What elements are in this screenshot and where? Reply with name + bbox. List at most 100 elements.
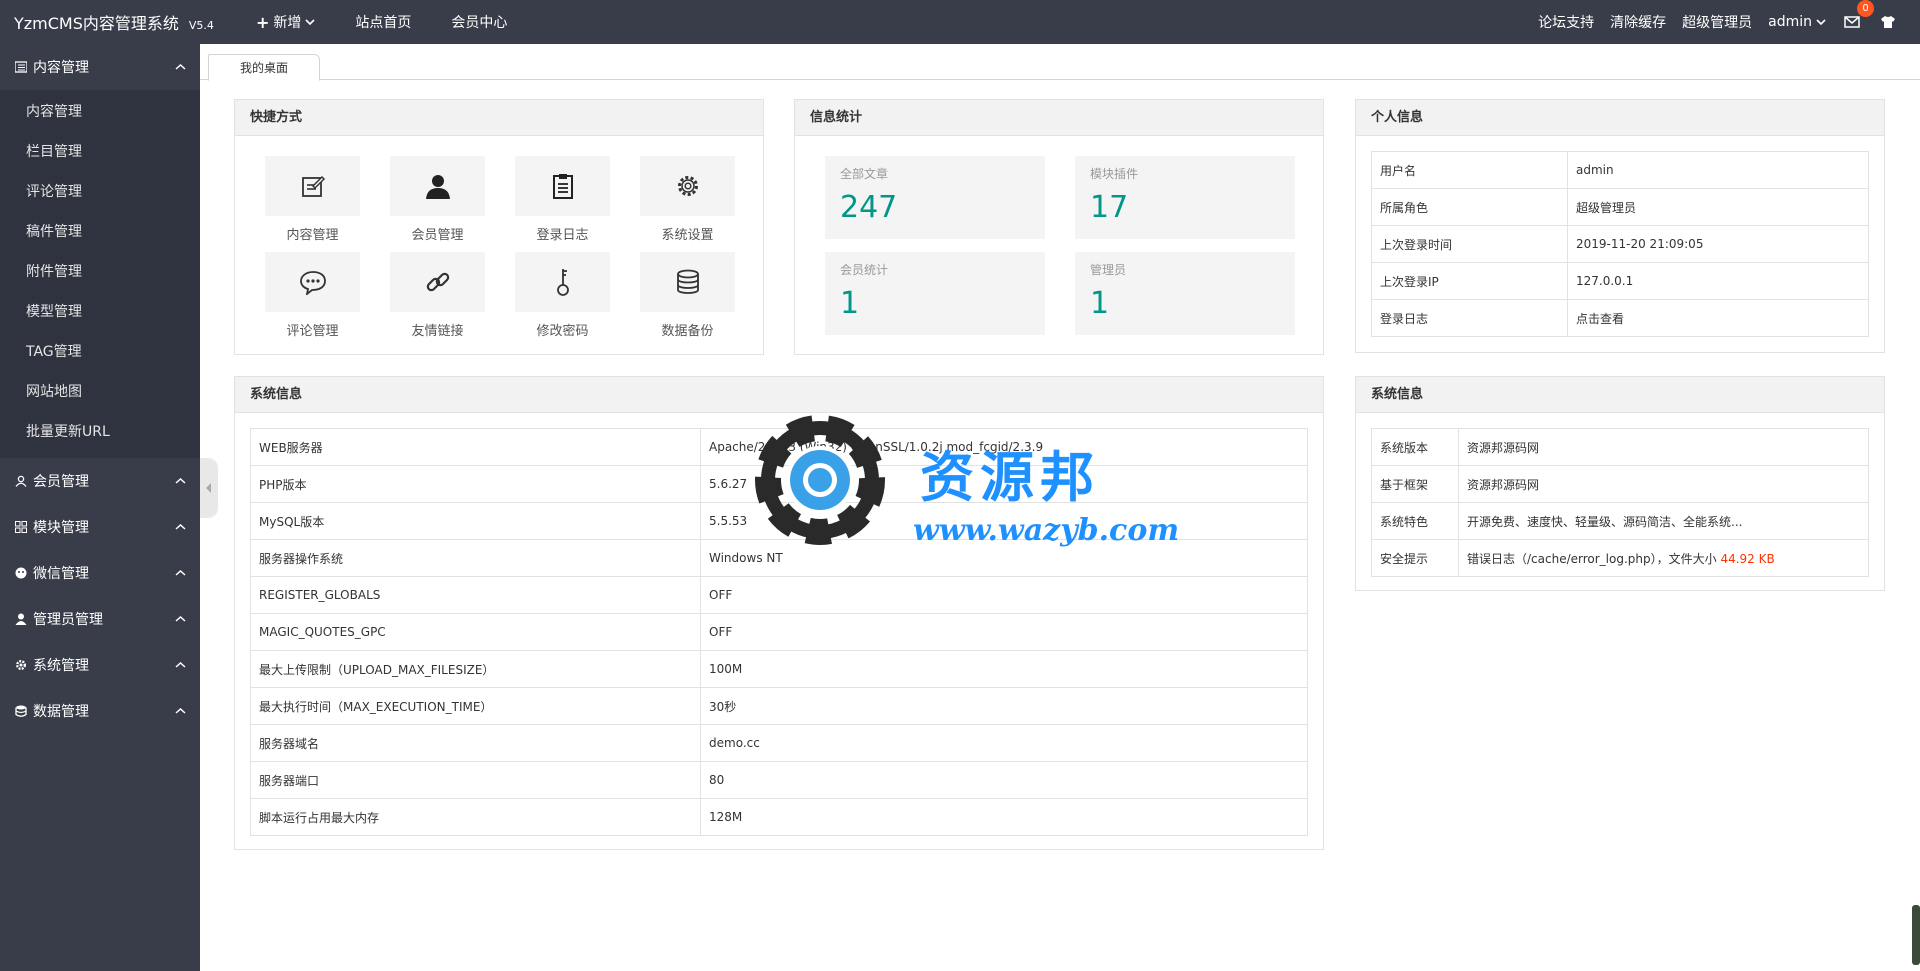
chevron-up-icon: [175, 523, 186, 530]
stat-value: 1: [1090, 286, 1110, 321]
shortcut-members[interactable]: 会员管理: [390, 156, 485, 252]
row-key: 用户名: [1371, 151, 1568, 189]
sidebar-collapse-button[interactable]: [200, 458, 218, 518]
system-info-panel: 系统信息 WEB服务器 Apache/2.4.23 (Win32) OpenSSL…: [234, 376, 1324, 850]
table-row: 安全提示 错误日志（/cache/error_log.php），文件大小 44.9…: [1371, 539, 1869, 577]
row-value: 128M: [700, 798, 1308, 836]
row-value: OFF: [700, 576, 1308, 614]
table-row: 用户名 admin: [1371, 151, 1869, 189]
table-row: 系统版本 资源邦源码网: [1371, 428, 1869, 466]
sidebar-group-label: 内容管理: [33, 60, 89, 76]
row-key: 上次登录IP: [1371, 262, 1568, 300]
shortcut-grid: 内容管理 会员管理 登录日志 系统设置 评论管理 友情链接 修改密码 数据备份: [235, 136, 763, 348]
panel-title: 系统信息: [1356, 377, 1884, 413]
sidebar-item-models[interactable]: 模型管理: [0, 292, 200, 332]
table-row: 基于框架 资源邦源码网: [1371, 465, 1869, 503]
row-key: 所属角色: [1371, 188, 1568, 226]
panel-title: 信息统计: [795, 100, 1323, 136]
stat-admins[interactable]: 管理员 1: [1075, 252, 1295, 335]
sidebar-group-system[interactable]: 系统管理: [0, 642, 200, 688]
new-menu-button[interactable]: + 新增: [244, 0, 335, 44]
shortcut-settings[interactable]: 系统设置: [640, 156, 735, 252]
sidebar-item-category[interactable]: 栏目管理: [0, 132, 200, 172]
table-row: REGISTER_GLOBALS OFF: [250, 576, 1308, 614]
row-value: 资源邦源码网: [1458, 465, 1869, 503]
shortcut-backup[interactable]: 数据备份: [640, 252, 735, 348]
chevron-up-icon: [175, 63, 186, 70]
stat-label: 会员统计: [840, 263, 889, 277]
sidebar-group-wechat[interactable]: 微信管理: [0, 550, 200, 596]
table-row: WEB服务器 Apache/2.4.23 (Win32) OpenSSL/1.0.…: [250, 428, 1308, 466]
theme-button[interactable]: [1870, 12, 1906, 32]
panel-title: 快捷方式: [235, 100, 763, 136]
sidebar-item-tags[interactable]: TAG管理: [0, 332, 200, 372]
sidebar-group-head-content[interactable]: 内容管理: [0, 44, 200, 90]
shortcut-links[interactable]: 友情链接: [390, 252, 485, 348]
row-value: 错误日志（/cache/error_log.php），文件大小 44.92 KB: [1458, 539, 1869, 577]
row-value: 127.0.0.1: [1567, 262, 1869, 300]
row-key: 系统版本: [1371, 428, 1459, 466]
messages-button[interactable]: 0: [1834, 0, 1874, 32]
sidebar-item-content[interactable]: 内容管理: [0, 92, 200, 132]
row-key: 最大执行时间（MAX_EXECUTION_TIME）: [250, 687, 701, 725]
stat-value: 17: [1090, 190, 1129, 225]
member-center-link[interactable]: 会员中心: [431, 0, 527, 44]
row-key: 上次登录时间: [1371, 225, 1568, 263]
row-key: WEB服务器: [250, 428, 701, 466]
sidebar-group-modules[interactable]: 模块管理: [0, 504, 200, 550]
sidebar-sub-list: 内容管理 栏目管理 评论管理 稿件管理 附件管理 模型管理 TAG管理 网站地图…: [0, 90, 200, 458]
row-key: 基于框架: [1371, 465, 1459, 503]
stats-panel: 信息统计 全部文章 247 模块插件 17 会员统计 1 管理员 1: [794, 99, 1324, 355]
shirt-icon: [1878, 12, 1898, 32]
clear-cache-link[interactable]: 清除缓存: [1602, 12, 1674, 32]
sidebar-group-admins[interactable]: 管理员管理: [0, 596, 200, 642]
user-icon: [14, 474, 28, 488]
sidebar-item-drafts[interactable]: 稿件管理: [0, 212, 200, 252]
scrollbar-thumb[interactable]: [1912, 905, 1920, 965]
profile-table: 用户名 admin 所属角色 超级管理员 上次登录时间 2019-11-20 21:0…: [1371, 151, 1869, 337]
error-log-size: 44.92 KB: [1720, 551, 1775, 566]
row-value: Windows NT: [700, 539, 1308, 577]
shortcut-label: 友情链接: [411, 324, 464, 339]
sidebar-item-sitemap[interactable]: 网站地图: [0, 372, 200, 412]
stat-label: 管理员: [1090, 263, 1127, 277]
shortcut-label: 修改密码: [536, 324, 589, 339]
shortcut-password[interactable]: 修改密码: [515, 252, 610, 348]
site-home-link[interactable]: 站点首页: [335, 0, 431, 44]
shortcut-content[interactable]: 内容管理: [265, 156, 360, 252]
gear-icon: [14, 658, 28, 672]
link-icon: [426, 272, 449, 292]
sidebar-group-label: 模块管理: [33, 520, 89, 536]
stat-value: 1: [840, 286, 860, 321]
stat-plugins[interactable]: 模块插件 17: [1075, 156, 1295, 239]
top-right-menu: 论坛支持 清除缓存 超级管理员 admin 0: [1530, 0, 1920, 32]
chevron-left-icon: [206, 483, 211, 493]
tab-desktop[interactable]: 我的桌面: [208, 54, 320, 81]
sidebar-item-comments[interactable]: 评论管理: [0, 172, 200, 212]
forum-support-link[interactable]: 论坛支持: [1530, 12, 1602, 32]
shortcut-comments[interactable]: 评论管理: [265, 252, 360, 348]
chevron-up-icon: [175, 569, 186, 576]
sidebar-item-batch-url[interactable]: 批量更新URL: [0, 412, 200, 452]
sidebar-group-members[interactable]: 会员管理: [0, 458, 200, 504]
list-icon: [14, 60, 28, 74]
key-icon: [556, 269, 569, 296]
sidebar-item-attachments[interactable]: 附件管理: [0, 252, 200, 292]
sidebar-group-label: 系统管理: [33, 658, 89, 674]
shortcut-login-log[interactable]: 登录日志: [515, 156, 610, 252]
row-key: 服务器操作系统: [250, 539, 701, 577]
new-menu-label: 新增: [273, 15, 302, 31]
row-key: MySQL版本: [250, 502, 701, 540]
stat-members[interactable]: 会员统计 1: [825, 252, 1045, 335]
table-row: 最大执行时间（MAX_EXECUTION_TIME） 30秒: [250, 687, 1308, 725]
user-menu[interactable]: admin: [1760, 14, 1834, 30]
row-key: 系统特色: [1371, 502, 1459, 540]
sidebar-group-data[interactable]: 数据管理: [0, 688, 200, 734]
edit-icon: [301, 175, 325, 197]
panel-title: 个人信息: [1356, 100, 1884, 136]
stat-articles[interactable]: 全部文章 247: [825, 156, 1045, 239]
login-log-link[interactable]: 点击查看: [1567, 299, 1869, 337]
clipboard-icon: [552, 174, 573, 199]
table-row: 系统特色 开源免费、速度快、轻量级、源码简洁、全能系统...: [1371, 502, 1869, 540]
table-row: 服务器操作系统 Windows NT: [250, 539, 1308, 577]
